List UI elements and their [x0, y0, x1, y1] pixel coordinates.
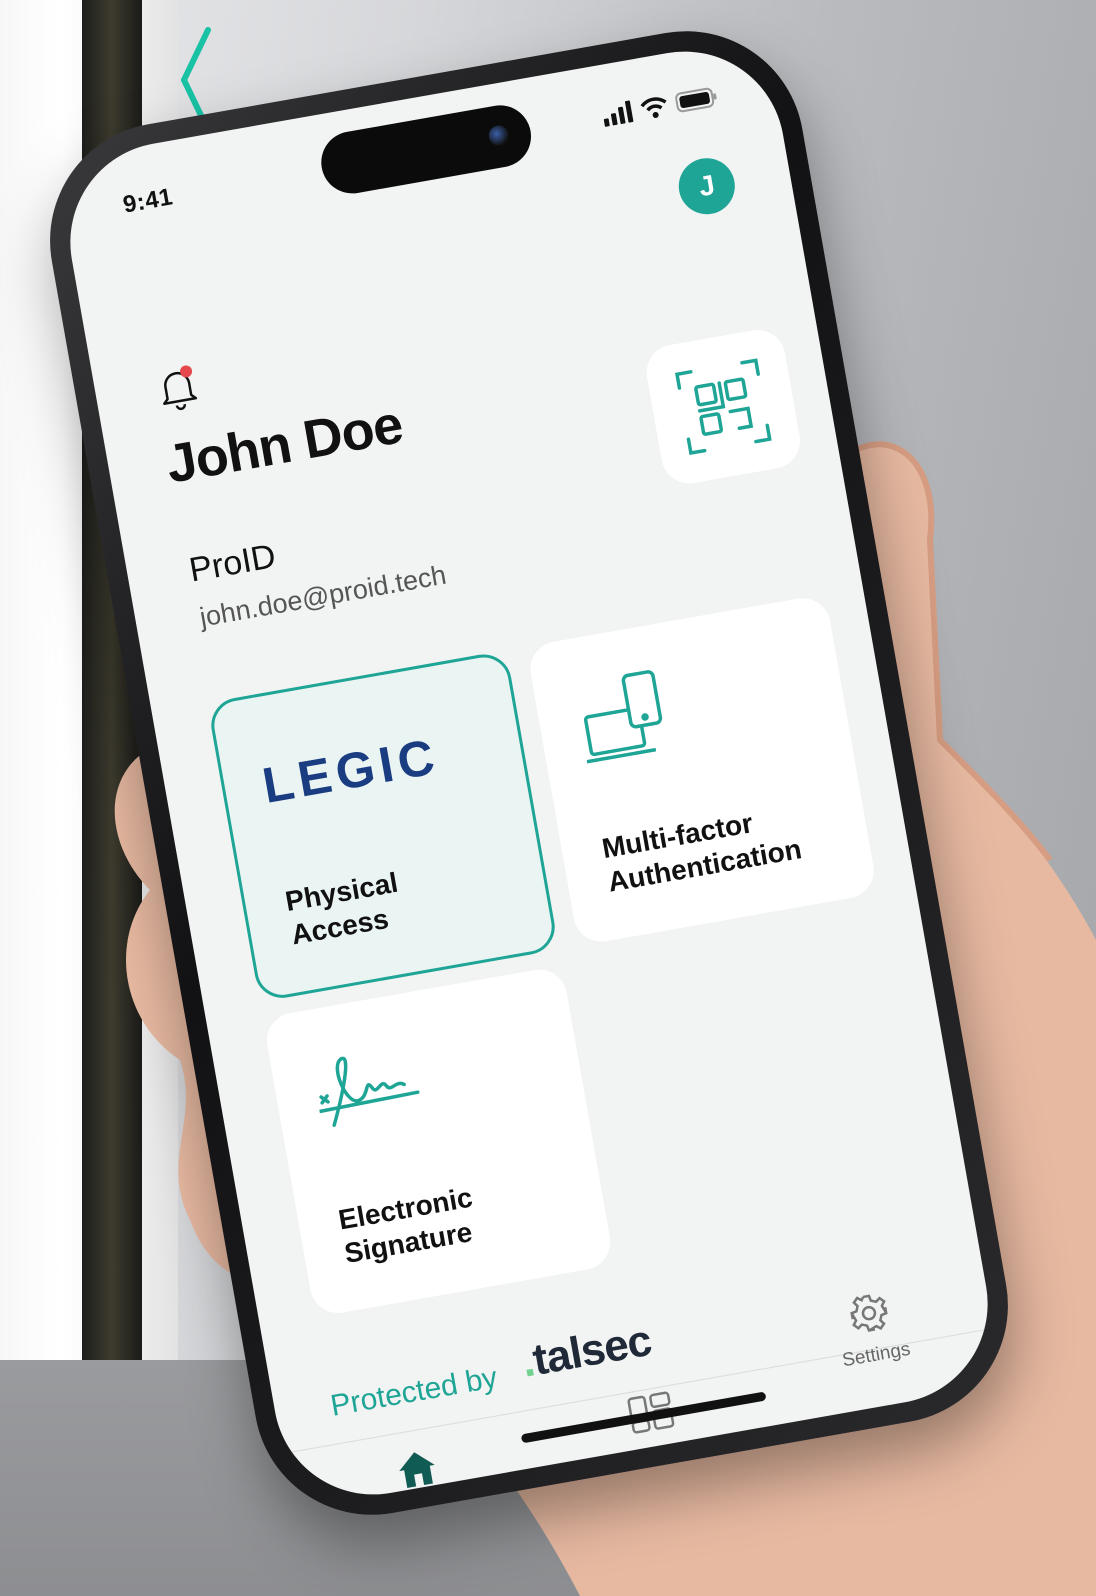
- tab-settings[interactable]: Settings: [806, 1283, 937, 1377]
- user-name: John Doe: [161, 394, 407, 495]
- status-icons: [601, 85, 719, 127]
- qr-scan-button[interactable]: [642, 325, 805, 488]
- tab-settings-label: Settings: [840, 1338, 912, 1372]
- signal-icon: [603, 100, 634, 127]
- legic-logo: LEGIC: [258, 727, 444, 814]
- mfa-label: Multi-factor Authentication: [599, 807, 804, 898]
- organization: ProID: [186, 537, 279, 590]
- gear-icon: [850, 1294, 888, 1332]
- battery-icon: [675, 87, 717, 113]
- physical-access-card[interactable]: LEGIC Physical Access: [206, 650, 560, 1003]
- signature-icon: [317, 1056, 420, 1127]
- bell-icon[interactable]: [152, 362, 203, 415]
- avatar[interactable]: J: [674, 153, 740, 219]
- electronic-signature-card[interactable]: Electronic Signature: [262, 965, 615, 1318]
- notification-badge: [180, 365, 193, 378]
- status-time: 9:41: [120, 183, 175, 219]
- qr-code-icon: [674, 358, 772, 456]
- physical-access-label: Physical Access: [282, 866, 401, 951]
- tab-my-proid[interactable]: My ProID: [355, 1440, 486, 1510]
- front-camera: [487, 123, 511, 148]
- dynamic-island: [316, 100, 536, 199]
- electronic-signature-label: Electronic Signature: [336, 1181, 475, 1270]
- devices-icon: [583, 670, 663, 764]
- wifi-icon: [640, 97, 667, 119]
- home-icon: [399, 1452, 435, 1488]
- mfa-card[interactable]: Multi-factor Authentication: [526, 593, 879, 946]
